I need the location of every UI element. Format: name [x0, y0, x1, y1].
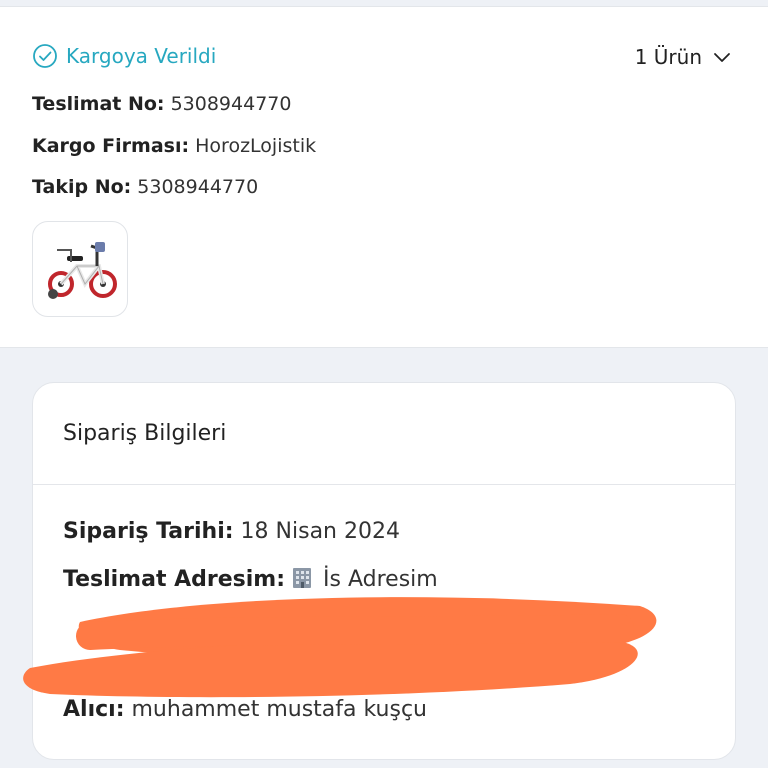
delivery-no-line: Teslimat No: 5308944770 [32, 93, 291, 115]
shipment-card: Kargoya Verildi 1 Ürün Teslimat No: 5308… [0, 6, 768, 348]
address-line: Teslimat Adresim: İs Adresim [63, 567, 438, 592]
recipient-line: Alıcı: muhammet mustafa kuşçu [63, 697, 427, 722]
order-date-label: Sipariş Tarihi: [63, 519, 234, 544]
building-icon [292, 567, 312, 589]
delivery-no-label: Teslimat No: [32, 93, 165, 115]
carrier-value: HorozLojistik [195, 135, 317, 157]
carrier-label: Kargo Firması: [32, 135, 190, 157]
tracking-value: 5308944770 [137, 176, 259, 198]
product-thumbnail[interactable] [32, 221, 128, 317]
product-count-toggle[interactable]: 1 Ürün [635, 43, 732, 71]
recipient-label: Alıcı: [63, 697, 125, 722]
tracking-label: Takip No: [32, 176, 132, 198]
address-detail-line [63, 605, 70, 630]
delivery-no-value: 5308944770 [170, 93, 292, 115]
order-date-value: 18 Nisan 2024 [240, 519, 400, 544]
product-count-label: 1 Ürün [634, 45, 702, 69]
status-text: Kargoya Verildi [66, 44, 217, 68]
tracking-line: Takip No: 5308944770 [32, 176, 258, 198]
check-circle-icon [32, 43, 58, 69]
carrier-line: Kargo Firması: HorozLojistik [32, 135, 316, 157]
order-info-header: Sipariş Bilgileri [33, 383, 735, 485]
kids-bicycle-image [48, 242, 117, 299]
order-date-line: Sipariş Tarihi: 18 Nisan 2024 [63, 519, 400, 544]
recipient-value: muhammet mustafa kuşçu [131, 697, 428, 722]
address-name: İs Adresim [323, 567, 438, 592]
address-label: Teslimat Adresim: [63, 567, 286, 592]
shipment-status: Kargoya Verildi [32, 41, 216, 71]
chevron-down-icon [712, 47, 732, 67]
order-info-title: Sipariş Bilgileri [63, 421, 227, 446]
order-info-card: Sipariş Bilgileri Sipariş Tarihi: 18 Nis… [32, 382, 736, 760]
